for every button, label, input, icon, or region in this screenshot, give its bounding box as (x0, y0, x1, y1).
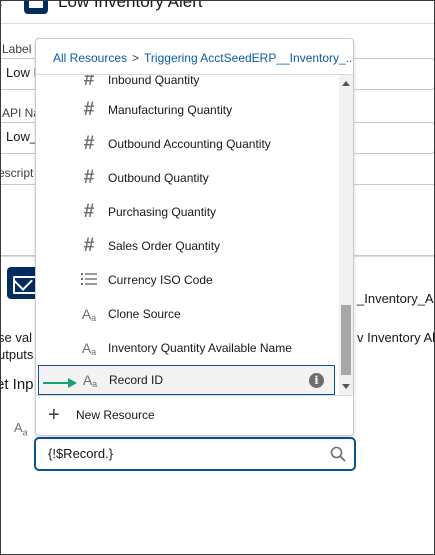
resource-picker-dropdown: All Resources > Triggering AcctSeedERP__In… (35, 38, 354, 436)
text-icon: Aa (81, 339, 97, 357)
number-icon: # (83, 167, 95, 188)
plus-icon: + (48, 404, 60, 426)
number-icon: # (83, 235, 95, 256)
number-icon: # (83, 99, 95, 120)
list-item[interactable]: # Manufacturing Quantity (36, 95, 339, 125)
header-bar: ‹ Low Inventory Alert (0, 0, 435, 24)
breadcrumb-root[interactable]: All Resources (53, 51, 127, 65)
list-item[interactable]: Aa Inventory Quantity Available Name (36, 333, 339, 363)
text-icon: Aa (82, 371, 98, 389)
search-icon[interactable] (330, 446, 346, 462)
picklist-icon (80, 272, 98, 289)
number-icon: # (83, 133, 95, 154)
action-name: _Inventory_Ale (357, 291, 435, 306)
back-arrow-icon[interactable]: ‹ (0, 0, 3, 10)
flow-icon (24, 0, 48, 14)
scroll-up-icon[interactable] (342, 81, 350, 86)
list-item[interactable]: # Outbound Accounting Quantity (36, 129, 339, 159)
list-item[interactable]: # Purchasing Quantity (36, 197, 339, 227)
scroll-down-icon[interactable] (342, 384, 350, 389)
resource-list: # Inbound Quantity # Manufacturing Quant… (36, 75, 341, 395)
info-icon[interactable]: i (309, 372, 324, 388)
number-icon: # (83, 75, 95, 90)
text-icon: Aa (81, 305, 97, 323)
help-text-2: utputs (0, 347, 34, 362)
list-item-label: Clone Source (108, 307, 181, 321)
breadcrumb-separator: > (132, 51, 140, 65)
list-item-label: Outbound Quantity (108, 171, 209, 185)
section-heading: et Inp (0, 376, 34, 393)
list-item[interactable]: Currency ISO Code (36, 265, 339, 295)
list-item-label: Outbound Accounting Quantity (108, 137, 271, 151)
scrollbar[interactable] (339, 75, 353, 395)
description-label: escript (0, 166, 34, 180)
list-item[interactable]: # Inbound Quantity (36, 75, 339, 95)
new-resource-label: New Resource (76, 408, 155, 422)
number-icon: # (83, 201, 95, 222)
label-field-label: Label (2, 42, 32, 56)
breadcrumb: All Resources > Triggering AcctSeedERP__In… (36, 39, 353, 75)
text-type-icon: Aa (14, 420, 28, 438)
label-field-value: Low I (6, 65, 38, 80)
pointer-arrow-icon (43, 378, 77, 388)
scrollbar-thumb[interactable] (341, 305, 351, 375)
breadcrumb-current[interactable]: Triggering AcctSeedERP__Inventory_... (144, 51, 353, 65)
list-item-label: Inventory Quantity Available Name (108, 341, 292, 355)
resource-value-input[interactable]: {!$Record.} (34, 437, 356, 471)
list-item-label: Purchasing Quantity (108, 205, 217, 219)
list-item-label: Manufacturing Quantity (108, 103, 233, 117)
list-item-selected[interactable]: Aa Record ID i (38, 365, 335, 395)
action-label: v Inventory Ale (357, 330, 435, 345)
list-item[interactable]: # Sales Order Quantity (36, 231, 339, 261)
list-item-label: Currency ISO Code (108, 273, 213, 287)
list-item-label: Sales Order Quantity (108, 239, 221, 253)
api-name-value: Low_ (6, 129, 38, 144)
list-item-label: Inbound Quantity (108, 75, 200, 87)
page-title: Low Inventory Alert (58, 0, 203, 11)
list-item[interactable]: Aa Clone Source (36, 299, 339, 329)
list-item-label: Record ID (109, 373, 164, 387)
help-text: se val (0, 330, 32, 345)
list-item[interactable]: # Outbound Quantity (36, 163, 339, 193)
new-resource-button[interactable]: + New Resource (36, 395, 353, 435)
resource-value: {!$Record.} (48, 446, 114, 461)
